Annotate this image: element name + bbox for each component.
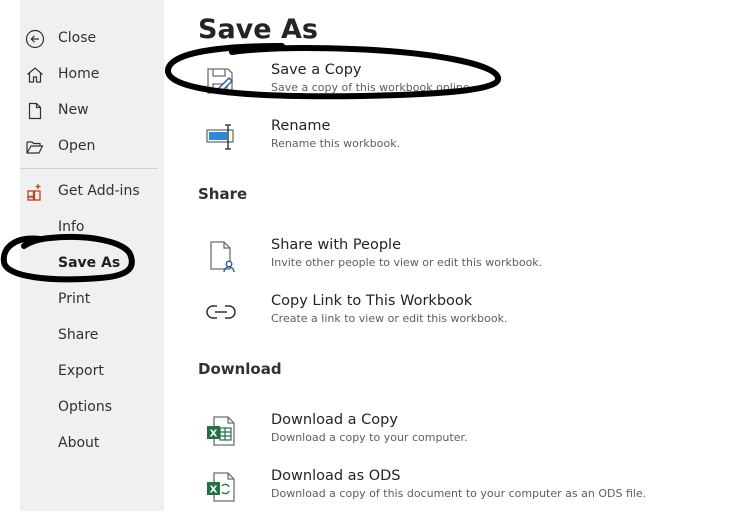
nav-info-label: Info <box>58 219 85 235</box>
download-section-heading: Download <box>198 360 282 378</box>
svg-text:X: X <box>210 429 218 440</box>
nav-home-label: Home <box>58 66 100 82</box>
download-ods-title: Download as ODS <box>271 468 401 484</box>
save-a-copy-subtitle: Save a copy of this workbook online. <box>271 81 474 94</box>
share-section-heading: Share <box>198 185 248 203</box>
save-copy-icon <box>207 68 233 94</box>
download-copy-subtitle: Download a copy to your computer. <box>271 431 468 444</box>
nav-share[interactable]: Share <box>20 318 164 352</box>
download-ods-subtitle: Download a copy of this document to your… <box>271 487 647 500</box>
copy-link-option[interactable]: Copy Link to This Workbook Create a link… <box>204 293 684 337</box>
nav-save-as-label: Save As <box>58 255 121 271</box>
save-a-copy-title: Save a Copy <box>271 62 362 78</box>
nav-new-label: New <box>58 102 89 118</box>
share-with-people-title: Share with People <box>271 237 401 253</box>
nav-get-addins[interactable]: Get Add-ins <box>20 174 164 208</box>
nav-close[interactable]: Close <box>20 21 164 55</box>
rename-option[interactable]: Rename Rename this workbook. <box>204 118 684 162</box>
home-icon <box>27 67 43 83</box>
nav-about-label: About <box>58 435 100 451</box>
nav-open[interactable]: Open <box>20 129 164 163</box>
save-a-copy-option[interactable]: Save a Copy Save a copy of this workbook… <box>204 62 684 106</box>
nav-about[interactable]: About <box>20 426 164 460</box>
svg-text:X: X <box>210 485 218 496</box>
rename-subtitle: Rename this workbook. <box>271 137 401 150</box>
excel-ods-icon: X <box>207 472 235 502</box>
link-icon <box>206 305 236 319</box>
download-ods-option[interactable]: X Download as ODS Download a copy of thi… <box>204 468 684 512</box>
sidebar-divider <box>20 168 158 169</box>
share-with-people-subtitle: Invite other people to view or edit this… <box>271 256 543 269</box>
nav-export-label: Export <box>58 363 104 379</box>
share-people-icon <box>210 241 235 273</box>
back-arrow-icon <box>25 29 45 49</box>
nav-info[interactable]: Info <box>20 210 164 244</box>
nav-print[interactable]: Print <box>20 282 164 316</box>
nav-save-as[interactable]: Save As <box>20 246 164 280</box>
download-copy-title: Download a Copy <box>271 412 398 428</box>
copy-link-subtitle: Create a link to view or edit this workb… <box>271 312 508 325</box>
nav-open-label: Open <box>58 138 96 154</box>
nav-close-label: Close <box>58 30 97 46</box>
page-title: Save As <box>198 14 318 45</box>
nav-options[interactable]: Options <box>20 390 164 424</box>
nav-share-label: Share <box>58 327 99 343</box>
nav-print-label: Print <box>58 291 91 307</box>
share-with-people-option[interactable]: Share with People Invite other people to… <box>204 237 684 281</box>
folder-open-icon <box>26 141 44 154</box>
nav-get-addins-label: Get Add-ins <box>58 183 140 199</box>
new-document-icon <box>28 102 42 120</box>
excel-file-icon: X <box>207 416 235 446</box>
nav-home[interactable]: Home <box>20 57 164 91</box>
rename-icon <box>206 124 234 150</box>
download-copy-option[interactable]: X Download a Copy Download a copy to you… <box>204 412 684 456</box>
nav-new[interactable]: New <box>20 93 164 127</box>
rename-title: Rename <box>271 118 331 134</box>
backstage-sidebar: Close Home New Open Get Add-ins Info Sav… <box>20 0 164 511</box>
nav-options-label: Options <box>58 399 113 415</box>
addins-icon <box>27 184 41 201</box>
save-as-panel: Save As Save a Copy Save a copy of this … <box>164 0 745 511</box>
copy-link-title: Copy Link to This Workbook <box>271 293 473 309</box>
nav-export[interactable]: Export <box>20 354 164 388</box>
